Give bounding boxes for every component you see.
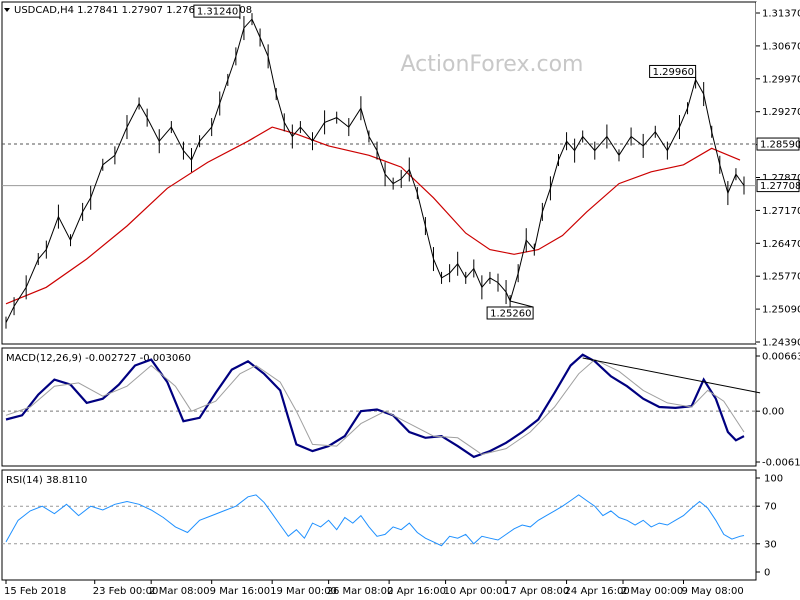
rsi-tick-label: 100 [764, 474, 783, 485]
time-tick-label: 9 Mar 16:00 [210, 586, 270, 597]
price-level-label: 1.27708 [760, 181, 800, 192]
price-tick-label: 1.27170 [762, 206, 800, 217]
time-tick-label: 2 May 00:00 [621, 586, 683, 597]
time-tick-label: 26 Mar 08:00 [327, 586, 394, 597]
annotation-label: 1.29960 [653, 67, 694, 78]
usdcad-chart: 1.313701.306701.299701.292701.285701.278… [0, 0, 800, 597]
time-tick-label: 2 Mar 08:00 [149, 586, 209, 597]
price-tick-label: 1.25770 [762, 272, 800, 283]
time-tick-label: 9 May 08:00 [682, 586, 744, 597]
time-tick-label: 15 Feb 2018 [4, 586, 66, 597]
macd-panel-title: MACD(12,26,9) -0.002727 -0.003060 [6, 353, 191, 364]
time-tick-label: 10 Apr 00:00 [444, 586, 509, 597]
rsi-tick-label: 70 [764, 502, 777, 513]
macd-panel: MACD(12,26,9) -0.002727 -0.003060 0.0066… [1, 347, 800, 469]
price-tick-label: 1.25090 [762, 305, 800, 316]
rsi-tick-label: 30 [764, 539, 777, 550]
annotation-label: 1.25260 [490, 308, 531, 319]
macd-tick-label: 0.00 [762, 407, 784, 418]
macd-tick-label: -0.006114 [762, 458, 800, 469]
time-tick-label: 17 Apr 08:00 [504, 586, 569, 597]
rsi-tick-label: 0 [764, 568, 770, 579]
price-tick-label: 1.26470 [762, 239, 800, 250]
macd-tick-label: 0.006639 [762, 352, 800, 363]
signal-line [5, 359, 745, 455]
price-tick-label: 1.31370 [762, 9, 800, 20]
price-panel: 1.313701.306701.299701.292701.285701.278… [0, 0, 800, 349]
rsi-panel-title: RSI(14) 38.8110 [6, 475, 87, 486]
annotation-label: 1.31240 [197, 7, 238, 18]
rsi-line [5, 494, 745, 547]
time-tick-label: 2 Apr 16:00 [387, 586, 446, 597]
time-axis: 15 Feb 2018 23 Feb 00:002 Mar 08:00 9 Mar … [4, 580, 744, 597]
price-tick-label: 1.29270 [762, 107, 800, 118]
watermark: ActionForex.com [401, 52, 584, 77]
macd-line [5, 353, 745, 459]
time-tick-label: 24 Apr 16:00 [565, 586, 630, 597]
price-tick-label: 1.24390 [762, 338, 800, 349]
price-tick-label: 1.30670 [762, 41, 800, 52]
price-level-label: 1.28590 [760, 140, 800, 151]
price-tick-label: 1.29970 [762, 74, 800, 85]
rsi-panel: RSI(14) 38.8110 100 70 30 0 [1, 469, 783, 581]
